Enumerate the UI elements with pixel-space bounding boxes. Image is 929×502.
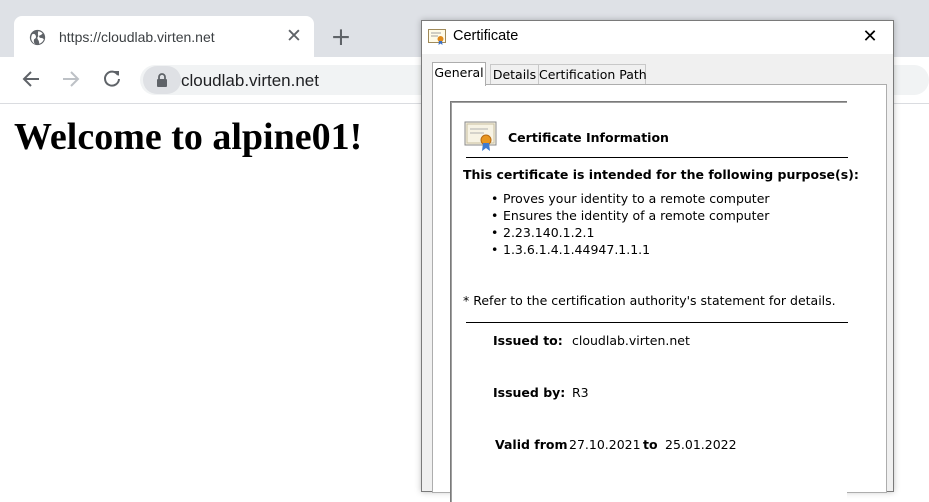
certificate-info-heading: Certificate Information bbox=[508, 130, 669, 145]
tab-certification-path[interactable]: Certification Path bbox=[538, 64, 647, 85]
divider-bottom bbox=[466, 322, 848, 323]
certificate-info-icon bbox=[464, 121, 497, 151]
purpose-list: Proves your identity to a remote compute… bbox=[491, 190, 770, 258]
purpose-title: This certificate is intended for the fol… bbox=[463, 167, 859, 182]
new-tab-button[interactable]: + bbox=[330, 24, 352, 50]
tab-title: https://cloudlab.virten.net bbox=[59, 29, 215, 45]
list-item: 2.23.140.1.2.1 bbox=[491, 224, 770, 241]
dialog-close-button[interactable]: ✕ bbox=[858, 25, 882, 49]
issued-by-label: Issued by: bbox=[493, 385, 566, 400]
browser-tab[interactable]: https://cloudlab.virten.net ✕ bbox=[14, 16, 314, 57]
tab-general[interactable]: General bbox=[432, 62, 486, 86]
valid-from-label: Valid from bbox=[495, 437, 568, 452]
issued-to-label: Issued to: bbox=[493, 333, 563, 348]
list-item: 1.3.6.1.4.1.44947.1.1.1 bbox=[491, 241, 770, 258]
valid-from-value: 27.10.2021 bbox=[569, 437, 641, 452]
page-heading: Welcome to alpine01! bbox=[14, 116, 363, 158]
issued-to-value: cloudlab.virten.net bbox=[572, 333, 690, 348]
address-bar-url[interactable]: cloudlab.virten.net bbox=[181, 71, 319, 91]
valid-to-value: 25.01.2022 bbox=[665, 437, 737, 452]
reload-icon[interactable] bbox=[101, 68, 123, 90]
divider-top bbox=[466, 157, 848, 158]
forward-arrow-icon[interactable] bbox=[60, 68, 82, 90]
dialog-title: Certificate bbox=[453, 28, 519, 44]
dialog-body: General Details Certification Path Certi… bbox=[422, 54, 893, 502]
certificate-dialog: Certificate ✕ General Details Certificat… bbox=[421, 20, 894, 502]
certificate-information-box: Certificate Information This certificate… bbox=[450, 101, 859, 502]
list-item: Ensures the identity of a remote compute… bbox=[491, 207, 770, 224]
valid-to-label: to bbox=[643, 437, 658, 452]
refer-note: * Refer to the certification authority's… bbox=[463, 293, 836, 308]
back-arrow-icon[interactable] bbox=[20, 68, 42, 90]
general-tab-panel: Certificate Information This certificate… bbox=[432, 84, 887, 502]
list-item: Proves your identity to a remote compute… bbox=[491, 190, 770, 207]
globe-icon bbox=[29, 29, 46, 46]
issued-by-value: R3 bbox=[572, 385, 589, 400]
tab-close-icon[interactable]: ✕ bbox=[284, 25, 304, 47]
site-info-button[interactable] bbox=[143, 66, 181, 94]
lock-icon bbox=[157, 73, 167, 87]
tab-details[interactable]: Details bbox=[490, 64, 539, 85]
